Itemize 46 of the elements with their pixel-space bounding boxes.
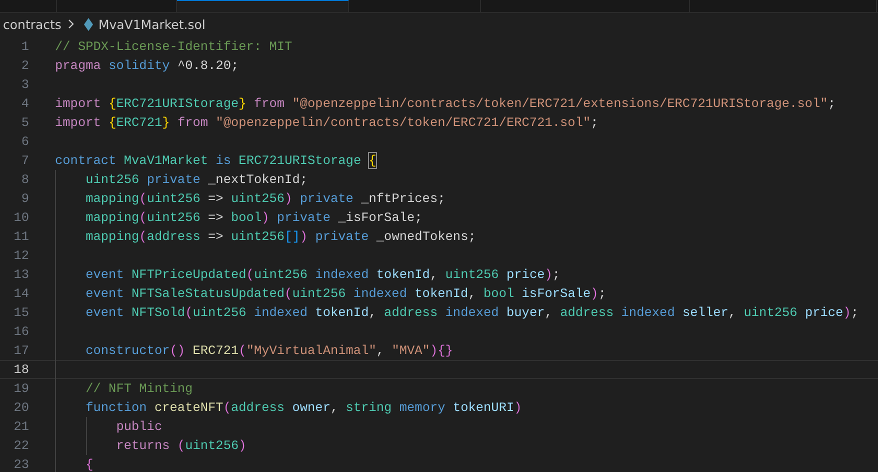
- editor-tab[interactable]: [177, 0, 349, 12]
- line-number: 4: [20, 96, 29, 111]
- line-number: 23: [12, 457, 29, 472]
- line-number: 17: [12, 343, 29, 358]
- code-line: // SPDX-License-Identifier: MIT: [55, 38, 292, 56]
- line-number: 13: [12, 267, 29, 282]
- line-number: 16: [12, 324, 29, 339]
- code-line: {: [86, 456, 94, 472]
- breadcrumb-folder[interactable]: contracts: [3, 16, 62, 32]
- diamond-icon: [84, 18, 94, 30]
- code-line: event NFTPriceUpdated(uint256 indexed tokenId, uint256 price);: [86, 266, 560, 284]
- line-number: 5: [20, 115, 29, 130]
- code-line: event NFTSaleStatusUpdated(uint256 indexed tokenId, bool isForSale);: [86, 285, 606, 303]
- line-number: 1: [20, 39, 29, 54]
- line-number: 21: [12, 419, 29, 434]
- code-line: event NFTSold(uint256 indexed tokenId, address indexed buyer, address indexed seller, uint256 price);: [86, 304, 859, 322]
- code-line: mapping(uint256 => bool) private _isForSale;: [86, 209, 422, 227]
- line-number: 3: [20, 77, 29, 92]
- line-number: 2: [20, 58, 29, 73]
- line-number: 14: [12, 286, 29, 301]
- chevron-icon: [66, 19, 76, 29]
- code-line: uint256 private _nextTokenId;: [86, 171, 308, 189]
- breadcrumb-file[interactable]: MvaV1Market.sol: [98, 16, 206, 32]
- code-line: mapping(address => uint256[]) private _ownedTokens;: [86, 228, 476, 246]
- line-number: 6: [20, 134, 29, 149]
- code-line: mapping(uint256 => uint256) private _nftPrices;: [86, 190, 446, 208]
- line-number: 15: [12, 305, 29, 320]
- line-number: 10: [12, 210, 29, 225]
- code-line: returns (uint256): [116, 437, 246, 455]
- code-line: import {ERC721} from "@openzeppelin/contracts/token/ERC721/ERC721.sol";: [55, 114, 598, 132]
- code-line: public: [116, 418, 162, 436]
- code-line: // NFT Minting: [86, 380, 193, 398]
- line-number: 8: [20, 172, 29, 187]
- code-line: function createNFT(address owner, string memory tokenURI): [86, 399, 522, 417]
- line-number: 11: [12, 229, 29, 244]
- code-line: pragma solidity ^0.8.20;: [55, 57, 239, 75]
- code-line: constructor() ERC721("MyVirtualAnimal", "MVA"){}: [86, 342, 453, 360]
- line-number: 19: [12, 381, 29, 396]
- line-number: 12: [12, 248, 29, 263]
- line-number: 18: [12, 362, 29, 377]
- line-number: 7: [20, 153, 29, 168]
- code-line: contract MvaV1Market is ERC721URIStorage {: [55, 152, 376, 170]
- line-number: 9: [20, 191, 29, 206]
- line-number: 20: [12, 400, 29, 415]
- code-line: import {ERC721URIStorage} from "@openzeppelin/contracts/token/ERC721/extensions/ERC721URIStorage.sol";: [55, 95, 836, 113]
- line-number: 22: [12, 438, 29, 453]
